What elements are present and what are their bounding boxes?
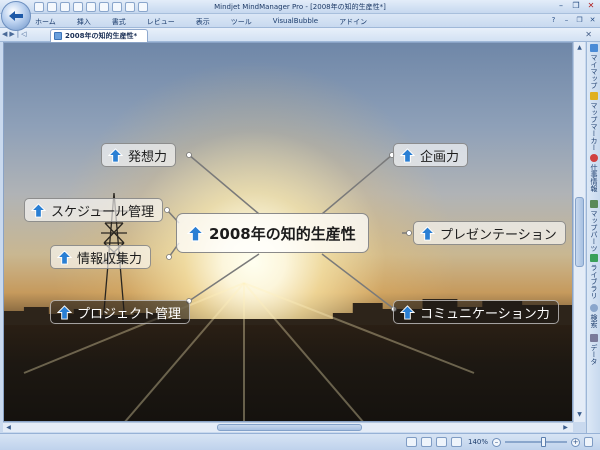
zoom-menu-icon[interactable] xyxy=(584,437,594,447)
tab-list-icon[interactable]: | xyxy=(17,30,19,38)
connector-project xyxy=(188,253,260,302)
topic-kikaku[interactable]: 企画力 xyxy=(393,143,469,167)
search-icon xyxy=(590,304,598,312)
up-arrow-icon xyxy=(420,225,435,241)
central-topic-label: 2008年の知的生産性 xyxy=(209,224,356,243)
central-topic[interactable]: 2008年の知的生産性 xyxy=(176,213,369,253)
vertical-scrollbar[interactable]: ▲ ▼ xyxy=(573,42,585,422)
horizontal-scroll-thumb[interactable] xyxy=(217,424,362,431)
tab-scroll-icon[interactable]: ◁ xyxy=(21,30,26,38)
ribbon-tab-bar: ホーム 挿入 書式 レビュー 表示 ツール VisualBubble アドイン … xyxy=(0,14,600,28)
topic-label: スケジュール管理 xyxy=(51,204,155,220)
forward-arrow-icon[interactable]: ▶ xyxy=(9,30,14,38)
scroll-right-icon[interactable]: ▶ xyxy=(561,423,570,432)
map-document-icon xyxy=(54,32,62,40)
close-icon[interactable]: ✕ xyxy=(584,1,598,12)
tab-addins[interactable]: アドイン xyxy=(339,17,367,27)
tab-home[interactable]: ホーム xyxy=(35,17,56,27)
back-arrow-icon[interactable]: ◀ xyxy=(2,30,7,38)
topic-hassou[interactable]: 発想力 xyxy=(101,143,177,167)
status-bar: 140% – + xyxy=(0,433,600,450)
ribbon-tabs: ホーム 挿入 書式 レビュー 表示 ツール VisualBubble アドイン xyxy=(35,17,388,27)
restore-icon[interactable]: ❐ xyxy=(569,1,583,12)
tab-review[interactable]: レビュー xyxy=(147,17,175,27)
connector-communication xyxy=(321,253,395,310)
balance-map-icon[interactable] xyxy=(421,437,432,447)
zoom-out-icon[interactable]: – xyxy=(492,437,502,447)
filter-icon[interactable] xyxy=(406,437,417,447)
title-bar: Mindjet MindManager Pro - [2008年の知的生産性*]… xyxy=(0,0,600,14)
up-arrow-icon xyxy=(187,224,204,241)
window-title: Mindjet MindManager Pro - [2008年の知的生産性*] xyxy=(214,3,386,11)
tab-tools[interactable]: ツール xyxy=(231,17,252,27)
connector-kikaku xyxy=(321,154,393,215)
zoom-level: 140% xyxy=(468,438,489,446)
document-tab-strip: ◀ ▶ | ◁ 2008年の知的生産性* ✕ xyxy=(0,28,600,42)
document-tab-label: 2008年の知的生産性* xyxy=(65,32,138,40)
application-menu-button[interactable] xyxy=(1,1,31,31)
window-controls: – ❐ ✕ xyxy=(554,1,598,12)
topic-label: プレゼンテーション xyxy=(440,227,557,243)
my-maps-icon xyxy=(590,44,598,52)
vertical-scroll-thumb[interactable] xyxy=(575,197,584,267)
status-tools: 140% – + xyxy=(406,437,594,447)
task-info-icon xyxy=(590,154,598,162)
topic-label: プロジェクト管理 xyxy=(77,306,182,322)
ribbon-right-controls: ? – ❐ ✕ xyxy=(549,16,597,25)
topic-joho[interactable]: 情報収集力 xyxy=(50,245,152,269)
up-arrow-icon xyxy=(400,147,415,163)
mini-close-icon[interactable]: ✕ xyxy=(588,16,597,25)
tab-view[interactable]: 表示 xyxy=(196,17,210,27)
connector-hassou xyxy=(188,154,260,215)
mini-restore-icon[interactable]: ❐ xyxy=(575,16,584,25)
up-arrow-icon xyxy=(31,202,46,218)
task-pane-tabs: マイマップ マップマーカー 仕事情報 マップパーツ ライブラリ 検索 データ xyxy=(586,42,600,434)
tab-insert[interactable]: 挿入 xyxy=(77,17,91,27)
topic-label: コミュニケーション力 xyxy=(420,306,550,322)
scroll-up-icon[interactable]: ▲ xyxy=(575,43,584,52)
task-pane-my-maps[interactable]: マイマップ xyxy=(588,44,600,89)
zoom-slider-knob[interactable] xyxy=(541,437,547,447)
task-pane-data[interactable]: データ xyxy=(588,334,600,365)
task-pane-task-info[interactable]: 仕事情報 xyxy=(588,154,600,192)
scroll-left-icon[interactable]: ◀ xyxy=(4,423,13,432)
zoom-fit-icon[interactable] xyxy=(451,437,462,447)
topic-project[interactable]: プロジェクト管理 xyxy=(50,300,191,324)
up-arrow-icon xyxy=(400,304,415,320)
scroll-down-icon[interactable]: ▼ xyxy=(575,410,584,419)
map-markers-icon xyxy=(590,92,598,100)
up-arrow-icon xyxy=(57,249,72,265)
map-canvas[interactable]: 2008年の知的生産性 発想力 企画力 スケジュール管理 プレゼンテーション 情… xyxy=(3,42,573,422)
zoom-in-icon[interactable]: + xyxy=(571,437,581,447)
topic-label: 企画力 xyxy=(420,149,460,165)
task-pane-library[interactable]: ライブラリ xyxy=(588,254,600,299)
fit-map-icon[interactable] xyxy=(436,437,447,447)
tab-visualbubble[interactable]: VisualBubble xyxy=(273,17,318,27)
horizontal-scrollbar[interactable]: ◀ ▶ xyxy=(3,422,573,432)
task-pane-map-parts[interactable]: マップパーツ xyxy=(588,200,600,252)
map-parts-icon xyxy=(590,200,598,208)
mindmanager-logo-icon xyxy=(9,11,23,21)
topic-label: 情報収集力 xyxy=(77,251,143,267)
task-pane-map-markers[interactable]: マップマーカー xyxy=(588,92,600,151)
up-arrow-icon xyxy=(108,147,123,163)
topic-schedule[interactable]: スケジュール管理 xyxy=(24,198,164,222)
topic-communication[interactable]: コミュニケーション力 xyxy=(393,300,559,324)
help-icon[interactable]: ? xyxy=(549,16,558,25)
document-tab[interactable]: 2008年の知的生産性* xyxy=(50,29,148,42)
zoom-slider[interactable] xyxy=(505,437,568,447)
tab-navigation: ◀ ▶ | ◁ xyxy=(2,30,27,38)
topic-presentation[interactable]: プレゼンテーション xyxy=(413,221,566,245)
library-icon xyxy=(590,254,598,262)
topic-label: 発想力 xyxy=(128,149,168,165)
minimize-icon[interactable]: – xyxy=(554,1,568,12)
tab-format[interactable]: 書式 xyxy=(112,17,126,27)
data-icon xyxy=(590,334,598,342)
document-close-icon[interactable]: ✕ xyxy=(585,30,592,39)
mini-minimize-icon[interactable]: – xyxy=(562,16,571,25)
up-arrow-icon xyxy=(57,304,72,320)
task-pane-search[interactable]: 検索 xyxy=(588,304,600,328)
